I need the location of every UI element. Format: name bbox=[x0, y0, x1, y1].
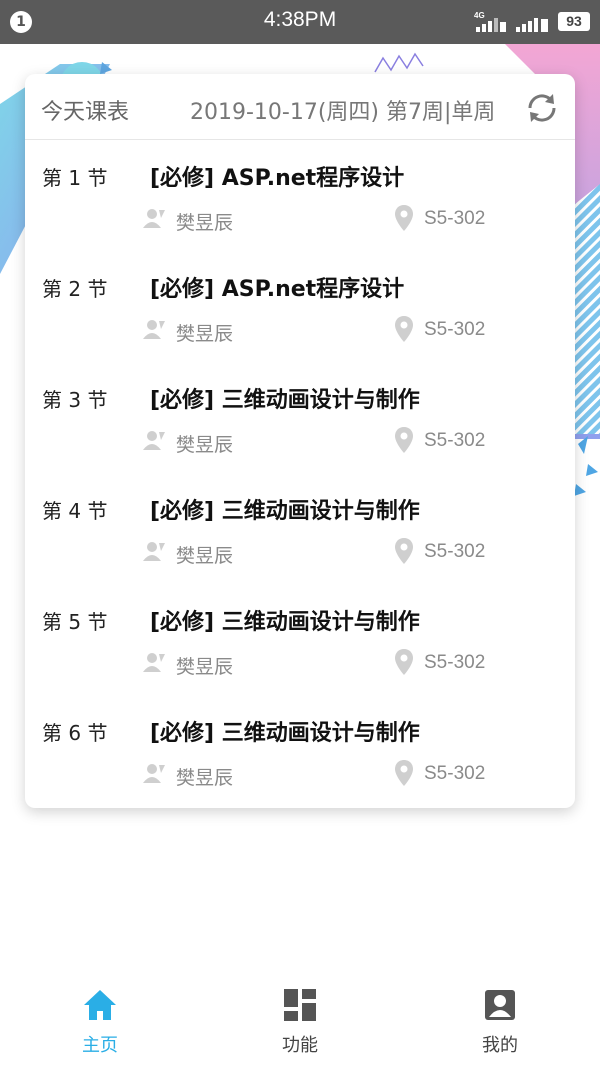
nav-home[interactable]: 主页 bbox=[0, 975, 200, 1067]
teacher-name: 樊昱辰 bbox=[176, 212, 234, 234]
course-name: [必修] ASP.net程序设计 bbox=[150, 277, 405, 302]
bottom-navigation: 主页 功能 我的 bbox=[0, 975, 600, 1067]
nav-functions[interactable]: 功能 bbox=[200, 975, 400, 1067]
lesson-period: 第 4 节 bbox=[42, 499, 108, 523]
network-type-label: 4G bbox=[474, 11, 485, 20]
nav-functions-label: 功能 bbox=[282, 1035, 318, 1056]
status-time: 4:38PM bbox=[263, 8, 337, 31]
teacher-icon bbox=[143, 431, 165, 450]
course-name: [必修] 三维动画设计与制作 bbox=[150, 388, 420, 413]
classroom-location: S5-302 bbox=[424, 763, 486, 784]
refresh-icon[interactable] bbox=[524, 90, 560, 126]
teacher-name: 樊昱辰 bbox=[176, 323, 234, 345]
teacher-name: 樊昱辰 bbox=[176, 656, 234, 678]
course-name: [必修] 三维动画设计与制作 bbox=[150, 610, 420, 635]
teacher-icon bbox=[143, 653, 165, 672]
profile-icon bbox=[485, 990, 515, 1020]
teacher-icon bbox=[143, 320, 165, 339]
card-header: 今天课表 2019-10-17(周四) 第7周|单周 bbox=[25, 74, 575, 140]
status-bar: 1 4:38PM 4G 93 bbox=[0, 0, 600, 44]
course-name: [必修] 三维动画设计与制作 bbox=[150, 721, 420, 746]
classroom-location: S5-302 bbox=[424, 208, 486, 229]
location-pin-icon bbox=[395, 316, 413, 342]
course-name: [必修] 三维动画设计与制作 bbox=[150, 499, 420, 524]
teacher-name: 樊昱辰 bbox=[176, 545, 234, 567]
location-pin-icon bbox=[395, 205, 413, 231]
classroom-location: S5-302 bbox=[424, 541, 486, 562]
grid-icon bbox=[284, 989, 316, 1021]
lesson-row[interactable]: 第 5 节 [必修] 三维动画设计与制作樊昱辰 S5-302 bbox=[25, 584, 575, 695]
lesson-period: 第 3 节 bbox=[42, 388, 108, 412]
nav-home-label: 主页 bbox=[82, 1035, 118, 1056]
cellular-signal-icon: 4G bbox=[474, 11, 506, 32]
location-pin-icon bbox=[395, 427, 413, 453]
teacher-icon bbox=[143, 764, 165, 783]
course-name: [必修] ASP.net程序设计 bbox=[150, 166, 405, 191]
lesson-period: 第 5 节 bbox=[42, 610, 108, 634]
nav-profile-label: 我的 bbox=[482, 1035, 518, 1056]
lesson-row[interactable]: 第 2 节 [必修] ASP.net程序设计樊昱辰 S5-302 bbox=[25, 251, 575, 362]
date-week-info: 2019-10-17(周四) 第7周|单周 bbox=[190, 100, 496, 125]
classroom-location: S5-302 bbox=[424, 319, 486, 340]
teacher-icon bbox=[143, 209, 165, 228]
teacher-icon bbox=[143, 542, 165, 561]
location-pin-icon bbox=[395, 760, 413, 786]
today-schedule-card: 今天课表 2019-10-17(周四) 第7周|单周 第 1 节 [必修] ASP… bbox=[25, 74, 575, 808]
lesson-period: 第 2 节 bbox=[42, 277, 108, 301]
cellular-signal-2-icon bbox=[516, 18, 548, 32]
card-title: 今天课表 bbox=[41, 100, 130, 125]
lesson-row[interactable]: 第 6 节 [必修] 三维动画设计与制作樊昱辰 S5-302 bbox=[25, 695, 575, 806]
teacher-name: 樊昱辰 bbox=[176, 434, 234, 456]
lesson-row[interactable]: 第 1 节 [必修] ASP.net程序设计樊昱辰 S5-302 bbox=[25, 140, 575, 251]
location-pin-icon bbox=[395, 538, 413, 564]
battery-level: 93 bbox=[558, 12, 590, 31]
lesson-period: 第 6 节 bbox=[42, 721, 108, 745]
nav-profile[interactable]: 我的 bbox=[400, 975, 600, 1067]
teacher-name: 樊昱辰 bbox=[176, 767, 234, 789]
classroom-location: S5-302 bbox=[424, 652, 486, 673]
home-icon bbox=[84, 990, 116, 1020]
classroom-location: S5-302 bbox=[424, 430, 486, 451]
location-pin-icon bbox=[395, 649, 413, 675]
lesson-row[interactable]: 第 4 节 [必修] 三维动画设计与制作樊昱辰 S5-302 bbox=[25, 473, 575, 584]
lesson-row[interactable]: 第 3 节 [必修] 三维动画设计与制作樊昱辰 S5-302 bbox=[25, 362, 575, 473]
lesson-period: 第 1 节 bbox=[42, 166, 108, 190]
